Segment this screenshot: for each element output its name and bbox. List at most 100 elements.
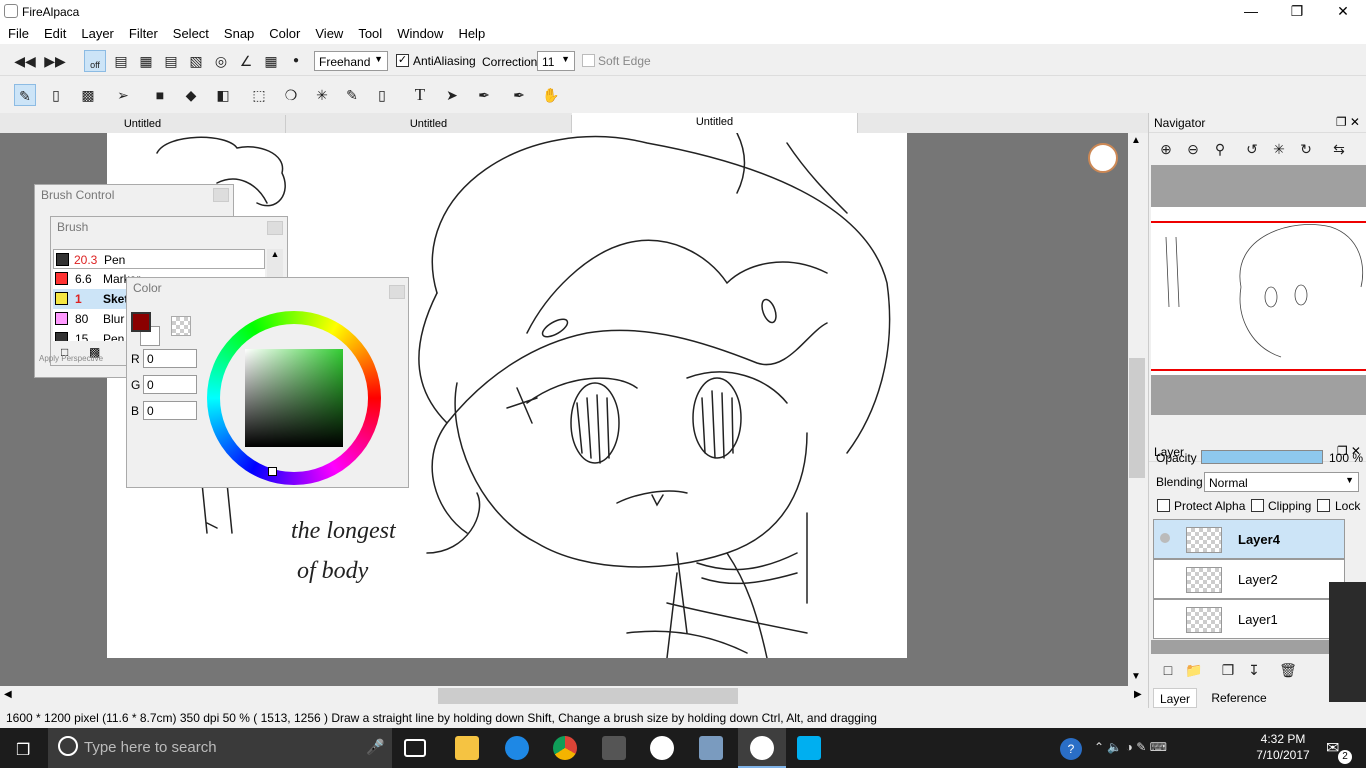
new-folder-icon[interactable]: 📁 bbox=[1183, 659, 1205, 681]
zoom-out-icon[interactable]: ⊖ bbox=[1182, 138, 1204, 160]
help-icon[interactable]: ? bbox=[1060, 738, 1082, 760]
tab-untitled-1[interactable]: Untitled bbox=[0, 115, 286, 133]
select-tool-icon[interactable]: ⬚ bbox=[248, 84, 270, 106]
hue-handle[interactable] bbox=[268, 467, 277, 476]
gradient-tool-icon[interactable]: ◧ bbox=[212, 84, 234, 106]
menu-view[interactable]: View bbox=[307, 22, 350, 41]
color-panel-close-button[interactable] bbox=[389, 285, 405, 299]
navigator-controls[interactable]: ❐ ✕ bbox=[1336, 115, 1360, 129]
snap-settings-icon[interactable]: ● bbox=[285, 50, 307, 72]
clipping-checkbox[interactable] bbox=[1251, 499, 1264, 512]
snap-perspective-icon[interactable]: ▦ bbox=[260, 50, 282, 72]
clock-time[interactable]: 4:32 PM bbox=[1248, 732, 1318, 746]
drawing-mode-select[interactable]: Freehand ▼ bbox=[314, 51, 388, 71]
snap-curve-icon[interactable]: ▤ bbox=[160, 50, 182, 72]
duplicate-layer-icon[interactable]: ❐ bbox=[1217, 659, 1239, 681]
file-explorer-icon[interactable] bbox=[455, 736, 479, 760]
undo-icon[interactable]: ◀◀ bbox=[14, 50, 36, 72]
divide-tool-icon[interactable]: ✒ bbox=[473, 84, 495, 106]
pen-tool-icon[interactable]: ✎ bbox=[14, 84, 36, 106]
system-tray-icons[interactable]: ⌃ 🔈 ◑ ✎ ⌨ bbox=[1094, 740, 1167, 754]
redo-icon[interactable]: ▶▶ bbox=[44, 50, 66, 72]
menu-file[interactable]: File bbox=[0, 22, 36, 41]
new-layer-icon[interactable]: □ bbox=[1157, 659, 1179, 681]
microphone-icon[interactable]: 🎤 bbox=[366, 738, 385, 756]
vertical-scrollbar[interactable]: ▲ ▼ bbox=[1128, 133, 1146, 686]
magic-wand-tool-icon[interactable]: ✳ bbox=[311, 84, 333, 106]
close-button[interactable]: ✕ bbox=[1320, 0, 1366, 22]
antialiasing-checkbox[interactable]: ✓ bbox=[396, 54, 409, 67]
select-eraser-tool-icon[interactable]: ▯ bbox=[371, 84, 393, 106]
r-input[interactable]: 0 bbox=[143, 349, 197, 368]
menu-layer[interactable]: Layer bbox=[73, 22, 121, 41]
zoom-in-icon[interactable]: ⊕ bbox=[1155, 138, 1177, 160]
delete-layer-icon[interactable]: 🗑 bbox=[1277, 659, 1299, 681]
clock-date[interactable]: 7/10/2017 bbox=[1248, 748, 1318, 762]
tab-layer[interactable]: Layer bbox=[1153, 688, 1197, 708]
menu-select[interactable]: Select bbox=[165, 22, 216, 41]
merge-down-icon[interactable]: ↧ bbox=[1243, 659, 1265, 681]
skype-popup[interactable] bbox=[1329, 582, 1366, 702]
edge-icon[interactable] bbox=[505, 736, 529, 760]
snap-radial-icon[interactable]: ▧ bbox=[185, 50, 207, 72]
menu-color[interactable]: Color bbox=[261, 22, 307, 41]
menu-tool[interactable]: Tool bbox=[350, 22, 389, 41]
hand-tool-icon[interactable]: ✋ bbox=[540, 84, 562, 106]
foreground-color-swatch[interactable] bbox=[131, 312, 151, 332]
bucket-tool-icon[interactable]: ◆ bbox=[180, 84, 202, 106]
rotate-right-icon[interactable]: ↻ bbox=[1295, 138, 1317, 160]
paint-icon[interactable] bbox=[699, 736, 723, 760]
tab-untitled-2[interactable]: Untitled bbox=[286, 115, 572, 133]
taskbar-search-box[interactable]: Type here to search 🎤 bbox=[48, 728, 392, 768]
move-tool-icon[interactable]: ➢ bbox=[112, 84, 134, 106]
brush-item[interactable]: 20.3 Pen bbox=[53, 249, 265, 269]
hue-wheel[interactable] bbox=[207, 311, 381, 485]
correction-select[interactable]: 11 ▼ bbox=[537, 51, 575, 71]
horizontal-scrollbar[interactable]: ◀ ▶ bbox=[0, 686, 1148, 706]
hscroll-thumb[interactable] bbox=[438, 688, 738, 704]
navigator-preview[interactable] bbox=[1151, 165, 1366, 415]
rotate-left-icon[interactable]: ↺ bbox=[1241, 138, 1263, 160]
eraser-tool-icon[interactable]: ▯ bbox=[45, 84, 67, 106]
fill-rect-tool-icon[interactable]: ■ bbox=[149, 84, 171, 106]
snap-circle-icon[interactable]: ◎ bbox=[210, 50, 232, 72]
snap-parallel-icon[interactable]: ▤ bbox=[110, 50, 132, 72]
g-input[interactable]: 0 bbox=[143, 375, 197, 394]
wattpad-icon[interactable] bbox=[650, 736, 674, 760]
minimize-button[interactable]: — bbox=[1228, 0, 1274, 22]
tab-untitled-3[interactable]: Untitled bbox=[572, 113, 858, 133]
windows-start-icon[interactable]: ❒ bbox=[16, 740, 30, 760]
skype-icon[interactable] bbox=[797, 736, 821, 760]
eyedropper-tool-icon[interactable]: ✒ bbox=[508, 84, 530, 106]
restore-button[interactable]: ❐ bbox=[1274, 0, 1320, 22]
task-view-icon[interactable] bbox=[404, 739, 426, 757]
lock-checkbox[interactable] bbox=[1317, 499, 1330, 512]
rotate-reset-icon[interactable]: ✳ bbox=[1268, 138, 1290, 160]
select-pen-tool-icon[interactable]: ✎ bbox=[341, 84, 363, 106]
snap-grid-icon[interactable]: ▦ bbox=[135, 50, 157, 72]
menu-window[interactable]: Window bbox=[389, 22, 450, 41]
brush-panel-close-button[interactable] bbox=[267, 221, 283, 235]
text-tool-icon[interactable]: T bbox=[409, 84, 431, 106]
saturation-value-square[interactable] bbox=[245, 349, 343, 447]
brush-control-close-button[interactable] bbox=[213, 188, 229, 202]
soft-edge-checkbox[interactable] bbox=[582, 54, 595, 67]
menu-snap[interactable]: Snap bbox=[216, 22, 261, 41]
operation-tool-icon[interactable]: ➤ bbox=[441, 84, 463, 106]
chrome-icon[interactable] bbox=[553, 736, 577, 760]
menu-help[interactable]: Help bbox=[450, 22, 492, 41]
flip-icon[interactable]: ⇆ bbox=[1328, 138, 1350, 160]
app-icon-generic[interactable] bbox=[602, 736, 626, 760]
menu-filter[interactable]: Filter bbox=[121, 22, 165, 41]
opacity-slider[interactable] bbox=[1201, 450, 1323, 464]
vscroll-thumb[interactable] bbox=[1129, 358, 1145, 478]
firealpaca-taskbar-button[interactable] bbox=[738, 728, 786, 768]
layer-row-layer2[interactable]: Layer2 bbox=[1153, 559, 1345, 599]
visibility-icon[interactable] bbox=[1160, 533, 1170, 543]
snap-vanishing-icon[interactable]: ∠ bbox=[235, 50, 257, 72]
dot-tool-icon[interactable]: ▩ bbox=[77, 84, 99, 106]
protect-alpha-checkbox[interactable] bbox=[1157, 499, 1170, 512]
lasso-tool-icon[interactable]: ❍ bbox=[280, 84, 302, 106]
b-input[interactable]: 0 bbox=[143, 401, 197, 420]
layer-row-layer4[interactable]: Layer4 bbox=[1153, 519, 1345, 559]
